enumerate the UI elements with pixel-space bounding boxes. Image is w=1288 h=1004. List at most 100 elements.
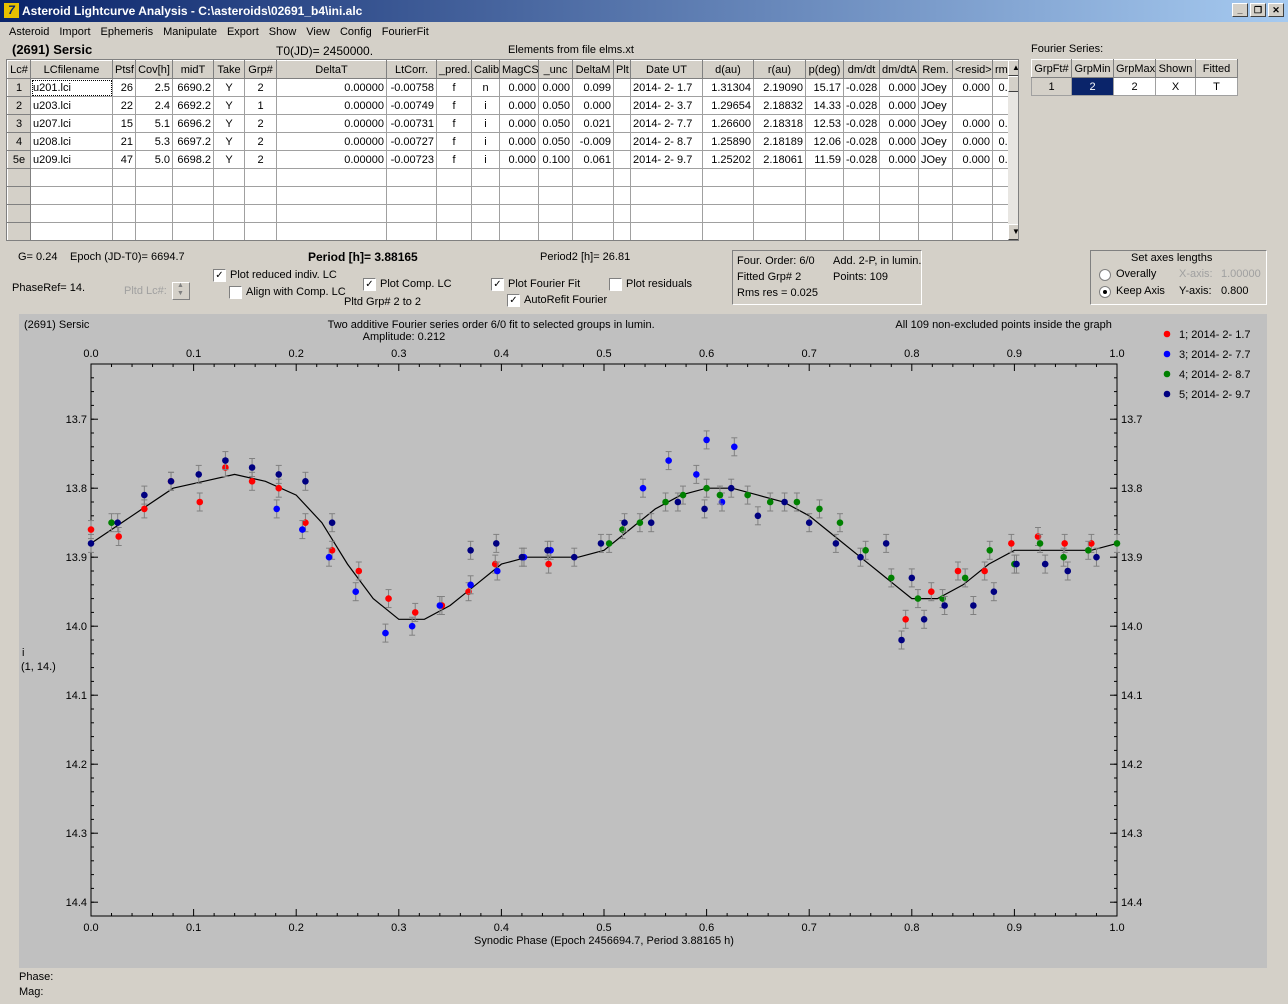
table-cell[interactable]: 1.29654: [702, 96, 754, 115]
table-cell[interactable]: 0.000: [879, 96, 919, 115]
table-cell[interactable]: [918, 204, 953, 223]
table-cell[interactable]: [436, 168, 472, 187]
table-cell[interactable]: [244, 204, 277, 223]
table-cell[interactable]: 2.18832: [753, 96, 806, 115]
table-cell[interactable]: -0.028: [843, 150, 880, 169]
table-cell[interactable]: [436, 204, 472, 223]
table-cell[interactable]: [244, 222, 277, 240]
menu-manipulate[interactable]: Manipulate: [158, 22, 222, 42]
col-header[interactable]: Rem.: [918, 60, 953, 79]
fs-col-shown[interactable]: Shown: [1155, 59, 1196, 78]
table-cell[interactable]: [172, 204, 214, 223]
table-cell[interactable]: 2: [244, 114, 277, 133]
table-cell[interactable]: u203.lci: [30, 96, 113, 115]
table-cell[interactable]: [879, 222, 919, 240]
table-cell[interactable]: 15: [112, 114, 136, 133]
table-cell[interactable]: Y: [213, 96, 245, 115]
table-cell[interactable]: [753, 186, 806, 205]
align-checkbox[interactable]: [229, 286, 242, 299]
table-cell[interactable]: 2014- 2- 9.7: [630, 150, 703, 169]
lightcurve-plot-panel[interactable]: (2691) Sersic Two additive Fourier series…: [19, 314, 1267, 968]
col-header[interactable]: Lc#: [7, 60, 31, 79]
table-cell[interactable]: -0.00723: [386, 150, 437, 169]
table-cell[interactable]: 2: [244, 132, 277, 151]
col-header[interactable]: Plt: [613, 60, 631, 79]
table-cell[interactable]: [879, 204, 919, 223]
table-cell[interactable]: [135, 204, 173, 223]
table-cell[interactable]: 0.000: [879, 132, 919, 151]
restore-button[interactable]: ❐: [1250, 3, 1266, 17]
table-cell[interactable]: 2: [7, 96, 31, 115]
pltd-lc-spinner[interactable]: ▲ ▼: [172, 282, 190, 300]
table-cell[interactable]: 1: [7, 78, 31, 97]
table-cell[interactable]: [276, 222, 387, 240]
table-cell[interactable]: [213, 168, 245, 187]
table-cell[interactable]: [613, 96, 631, 115]
table-cell[interactable]: [702, 222, 754, 240]
col-header[interactable]: midT: [172, 60, 214, 79]
table-cell[interactable]: Y: [213, 114, 245, 133]
table-row[interactable]: 5e u209.lci 47 5.0 6698.2 Y 2 0.00000 -0.00723 f i…: [7, 150, 1018, 169]
col-header[interactable]: LtCorr.: [386, 60, 437, 79]
table-cell[interactable]: [499, 186, 539, 205]
table-cell[interactable]: [112, 186, 136, 205]
col-header[interactable]: Date UT: [630, 60, 703, 79]
table-cell[interactable]: [276, 168, 387, 187]
table-cell[interactable]: [918, 168, 953, 187]
table-cell[interactable]: 21: [112, 132, 136, 151]
menu-ephemeris[interactable]: Ephemeris: [96, 22, 159, 42]
table-cell[interactable]: [244, 186, 277, 205]
table-cell[interactable]: [538, 168, 573, 187]
fs-cell-fitted[interactable]: T: [1195, 77, 1238, 96]
col-header[interactable]: Take: [213, 60, 245, 79]
table-cell[interactable]: [538, 204, 573, 223]
table-cell[interactable]: Y: [213, 132, 245, 151]
table-cell[interactable]: [843, 168, 880, 187]
table-cell[interactable]: [30, 222, 113, 240]
fs-col-grpmin[interactable]: GrpMin: [1071, 59, 1114, 78]
table-cell[interactable]: 0.000: [952, 150, 993, 169]
table-cell[interactable]: [572, 222, 614, 240]
table-row[interactable]: [7, 222, 1018, 240]
table-cell[interactable]: 0.00000: [276, 132, 387, 151]
table-cell[interactable]: 5.0: [135, 150, 173, 169]
table-cell[interactable]: 0.000: [952, 132, 993, 151]
table-cell[interactable]: 6698.2: [172, 150, 214, 169]
table-cell[interactable]: JOey: [918, 78, 953, 97]
lightcurve-plot[interactable]: (2691) Sersic Two additive Fourier series…: [19, 314, 1267, 968]
table-cell[interactable]: [30, 186, 113, 205]
table-cell[interactable]: 0.000: [499, 78, 539, 97]
table-cell[interactable]: Y: [213, 150, 245, 169]
table-cell[interactable]: [702, 204, 754, 223]
menu-fourierfit[interactable]: FourierFit: [377, 22, 434, 42]
table-cell[interactable]: 2014- 2- 7.7: [630, 114, 703, 133]
table-cell[interactable]: 2.18061: [753, 150, 806, 169]
table-cell[interactable]: [386, 168, 437, 187]
table-cell[interactable]: [436, 186, 472, 205]
fourier-series-table[interactable]: GrpFt# GrpMin GrpMax Shown Fitted 1 2 2 …: [1031, 59, 1238, 96]
menu-view[interactable]: View: [301, 22, 335, 42]
fs-col-fitted[interactable]: Fitted: [1195, 59, 1238, 78]
plot-residuals-checkbox[interactable]: [609, 278, 622, 291]
table-row[interactable]: 4 u208.lci 21 5.3 6697.2 Y 2 0.00000 -0.00727 f i 0…: [7, 132, 1018, 151]
menu-import[interactable]: Import: [54, 22, 95, 42]
table-cell[interactable]: u207.lci: [30, 114, 113, 133]
table-cell[interactable]: [7, 204, 31, 223]
table-cell[interactable]: n: [471, 78, 500, 97]
table-cell[interactable]: [613, 78, 631, 97]
table-cell[interactable]: [112, 222, 136, 240]
table-cell[interactable]: 1: [244, 96, 277, 115]
table-cell[interactable]: [805, 204, 844, 223]
table-cell[interactable]: [613, 114, 631, 133]
table-cell[interactable]: [630, 204, 703, 223]
table-cell[interactable]: i: [471, 96, 500, 115]
plot-fourier-checkbox[interactable]: ✓: [491, 278, 504, 291]
table-cell[interactable]: [276, 204, 387, 223]
table-cell[interactable]: [112, 204, 136, 223]
table-cell[interactable]: [753, 222, 806, 240]
table-cell[interactable]: 2.18189: [753, 132, 806, 151]
table-cell[interactable]: 0.050: [538, 132, 573, 151]
table-cell[interactable]: 0.100: [538, 150, 573, 169]
table-cell[interactable]: [499, 222, 539, 240]
table-cell[interactable]: f: [436, 114, 472, 133]
